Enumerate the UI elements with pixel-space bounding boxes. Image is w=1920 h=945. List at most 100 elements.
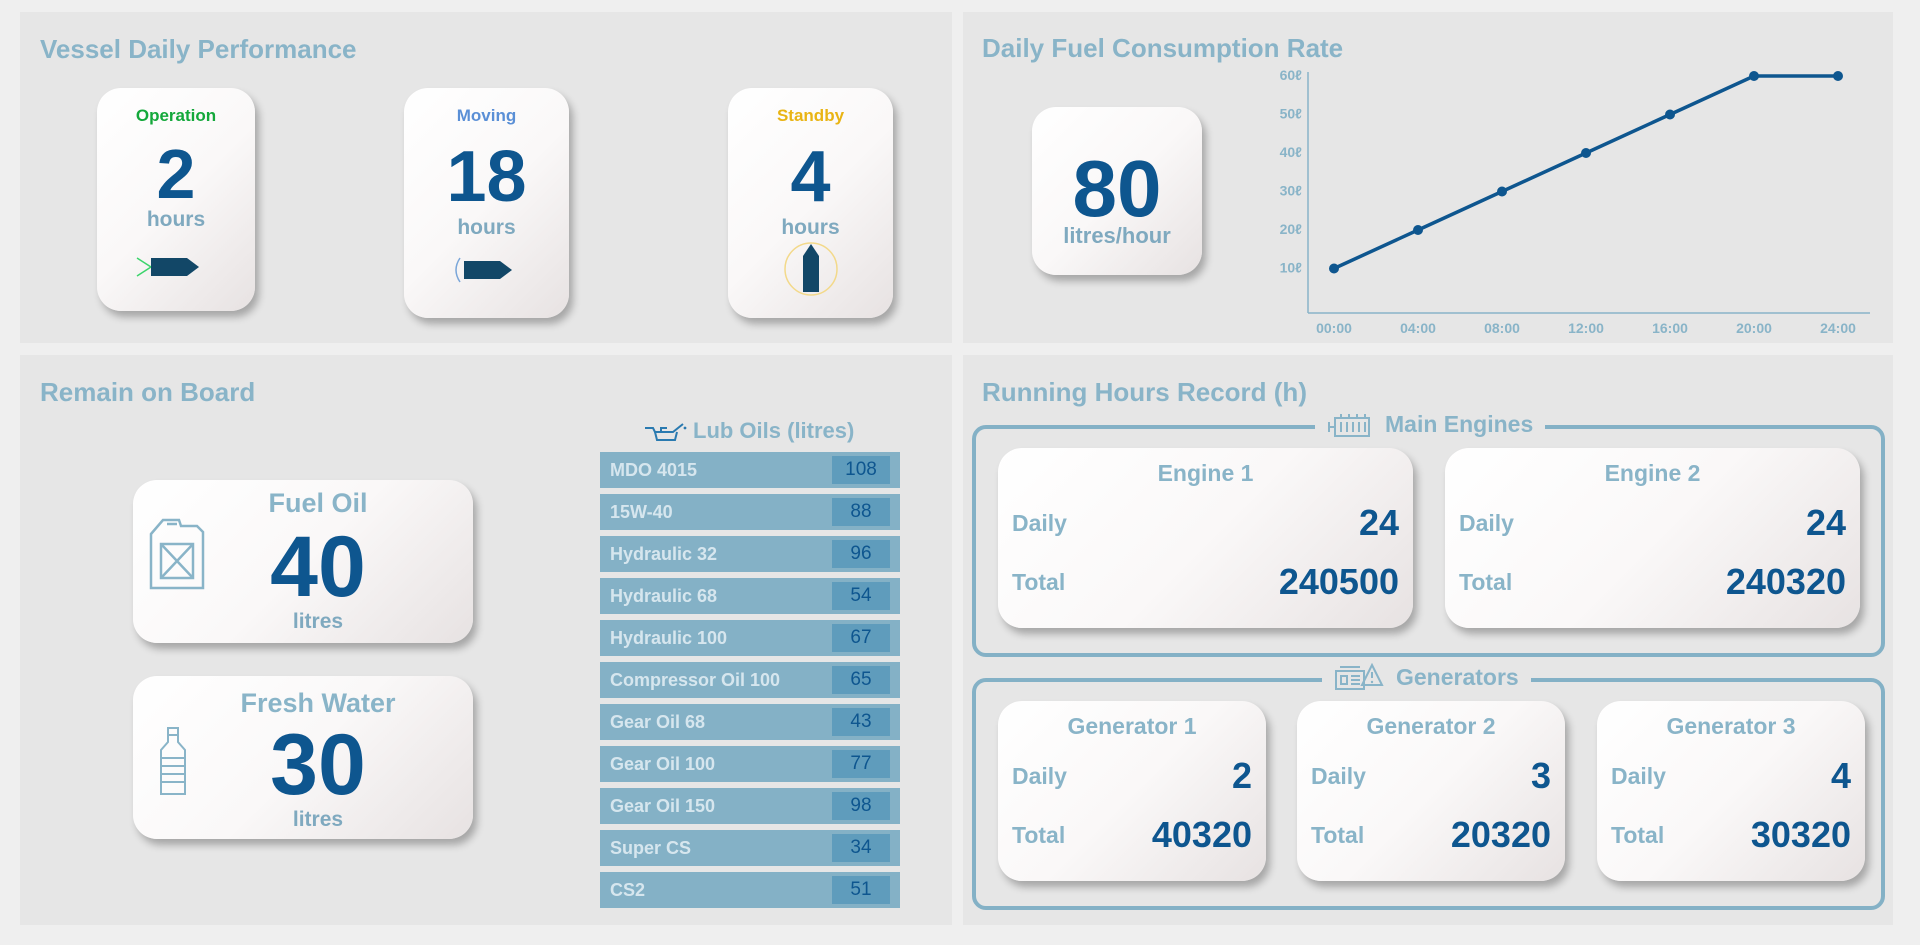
ship-moving-icon — [455, 257, 512, 283]
x-tick-label: 20:00 — [1736, 320, 1772, 336]
lub-oil-value: 98 — [832, 792, 890, 820]
operation-card[interactable]: Operation 2 hours — [97, 88, 255, 311]
lub-oil-name: CS2 — [610, 880, 646, 900]
lub-oil-row[interactable]: Hydraulic 32 96 — [600, 536, 900, 572]
generator-1-name: Generator 1 — [1067, 713, 1197, 739]
lub-oil-name: Compressor Oil 100 — [610, 670, 781, 690]
generator-1-total-label: Total — [1012, 822, 1066, 848]
generator-2-card[interactable]: Generator 2 Daily 3 Total 20320 — [1297, 701, 1565, 881]
fresh-water-unit: litres — [292, 808, 344, 831]
main-engines-header: Main Engines — [1315, 410, 1546, 438]
generator-icon — [1335, 663, 1384, 690]
generator-1-daily-label: Daily — [1012, 763, 1067, 789]
lub-oils-header: Lub Oils (litres) — [643, 418, 854, 444]
moving-unit: hours — [457, 216, 516, 239]
lub-oil-value: 43 — [832, 708, 890, 736]
lub-oil-value: 65 — [832, 666, 890, 694]
lub-oil-row[interactable]: 15W-40 88 — [600, 494, 900, 530]
generator-1-daily-value: 2 — [1231, 755, 1252, 796]
fuel-rate-point[interactable] — [1497, 186, 1507, 197]
fresh-water-card[interactable]: Fresh Water 30 litres — [133, 676, 473, 839]
x-tick-label: 16:00 — [1652, 320, 1688, 336]
fuel-oil-value: 40 — [270, 519, 366, 615]
lub-oils-title: Lub Oils (litres) — [693, 418, 855, 443]
lub-oil-row[interactable]: Gear Oil 68 43 — [600, 704, 900, 740]
lub-oil-value: 51 — [832, 876, 890, 904]
engine-icon — [1328, 414, 1370, 437]
operation-label: Operation — [135, 106, 217, 125]
y-tick-label: 30ℓ — [1280, 183, 1303, 199]
lub-oil-row[interactable]: Super CS 34 — [600, 830, 900, 866]
lub-oil-name: Super CS — [610, 838, 692, 858]
fuel-rate-point[interactable] — [1665, 109, 1675, 120]
lub-oil-name: Gear Oil 100 — [610, 754, 716, 774]
fresh-water-value: 30 — [270, 717, 366, 813]
y-tick-label: 50ℓ — [1280, 106, 1303, 122]
x-tick-label: 04:00 — [1400, 320, 1436, 336]
lub-oil-value: 67 — [832, 624, 890, 652]
main-engines-label: Main Engines — [1385, 410, 1534, 437]
lub-oil-row[interactable]: CS2 51 — [600, 872, 900, 908]
engine-1-total-label: Total — [1012, 569, 1066, 595]
fuel-oil-label: Fuel Oil — [268, 488, 368, 518]
lub-oil-row[interactable]: Gear Oil 100 77 — [600, 746, 900, 782]
lub-oil-name: Gear Oil 150 — [610, 796, 716, 816]
generator-2-daily-label: Daily — [1311, 763, 1366, 789]
moving-card[interactable]: Moving 18 hours — [404, 88, 569, 318]
fuel-rate-value: 80 — [1072, 144, 1162, 233]
generator-3-daily-value: 4 — [1830, 755, 1851, 796]
generator-2-total-value: 20320 — [1450, 814, 1551, 855]
standby-unit: hours — [781, 216, 840, 239]
lub-oil-row[interactable]: Compressor Oil 100 65 — [600, 662, 900, 698]
engine-1-daily-value: 24 — [1358, 502, 1399, 543]
generator-1-card[interactable]: Generator 1 Daily 2 Total 40320 — [998, 701, 1266, 881]
generator-3-total-label: Total — [1611, 822, 1665, 848]
generators-header: Generators — [1322, 663, 1531, 691]
fuel-rate-unit: litres/hour — [1063, 223, 1171, 248]
generator-2-name: Generator 2 — [1366, 713, 1496, 739]
lub-oil-row[interactable]: Gear Oil 150 98 — [600, 788, 900, 824]
oil-can-icon — [645, 423, 687, 441]
lub-oil-row[interactable]: Hydraulic 100 67 — [600, 620, 900, 656]
y-tick-label: 60ℓ — [1280, 67, 1303, 83]
fuel-rate-point[interactable] — [1833, 71, 1843, 81]
fuel-rate-card[interactable]: 80 litres/hour — [1032, 107, 1202, 275]
fuel-rate-point[interactable] — [1329, 263, 1339, 274]
engine-2-card[interactable]: Engine 2 Daily 24 Total 240320 — [1445, 448, 1860, 628]
fuel-rate-point[interactable] — [1413, 225, 1423, 235]
ship-operation-icon — [136, 257, 199, 277]
lub-oil-value: 108 — [832, 456, 890, 484]
lub-oil-value: 34 — [832, 834, 890, 862]
y-tick-label: 10ℓ — [1280, 260, 1303, 276]
remain-on-board-title: Remain on Board — [40, 377, 256, 407]
fuel-rate-series-line — [1333, 74, 1838, 271]
engine-1-card[interactable]: Engine 1 Daily 24 Total 240500 — [998, 448, 1413, 628]
fuel-consumption-chart: 10ℓ 20ℓ 30ℓ 40ℓ 50ℓ 60ℓ 00:00 04:00 08:00 12:00 16… — [1280, 67, 1870, 336]
fresh-water-label: Fresh Water — [240, 688, 396, 718]
ship-standby-icon — [784, 242, 838, 296]
lub-oil-name: Gear Oil 68 — [610, 712, 706, 732]
lub-oil-row[interactable]: MDO 4015 108 — [600, 452, 900, 488]
engine-2-total-label: Total — [1459, 569, 1513, 595]
lub-oil-value: 77 — [832, 750, 890, 778]
fuel-rate-point[interactable] — [1749, 71, 1759, 81]
lub-oil-row[interactable]: Hydraulic 68 54 — [600, 578, 900, 614]
fuel-oil-card[interactable]: Fuel Oil 40 litres — [133, 480, 473, 643]
standby-label: Standby — [776, 106, 845, 125]
x-tick-label: 24:00 — [1820, 320, 1856, 336]
running-hours-title: Running Hours Record (h) — [982, 377, 1307, 407]
standby-card[interactable]: Standby 4 hours — [728, 88, 893, 318]
x-tick-label: 12:00 — [1568, 320, 1604, 336]
generator-3-card[interactable]: Generator 3 Daily 4 Total 30320 — [1597, 701, 1865, 881]
lub-oil-value: 96 — [832, 540, 890, 568]
water-bottle-icon — [160, 727, 186, 795]
fuel-rate-point[interactable] — [1581, 148, 1591, 158]
engine-1-name: Engine 1 — [1157, 460, 1254, 486]
engine-1-total-value: 240500 — [1278, 561, 1399, 602]
engine-1-daily-label: Daily — [1012, 510, 1067, 536]
y-tick-label: 20ℓ — [1280, 221, 1303, 237]
operation-unit: hours — [146, 208, 206, 231]
engine-2-daily-label: Daily — [1459, 510, 1514, 536]
lub-oil-name: Hydraulic 32 — [610, 544, 718, 564]
y-tick-label: 40ℓ — [1280, 144, 1303, 160]
